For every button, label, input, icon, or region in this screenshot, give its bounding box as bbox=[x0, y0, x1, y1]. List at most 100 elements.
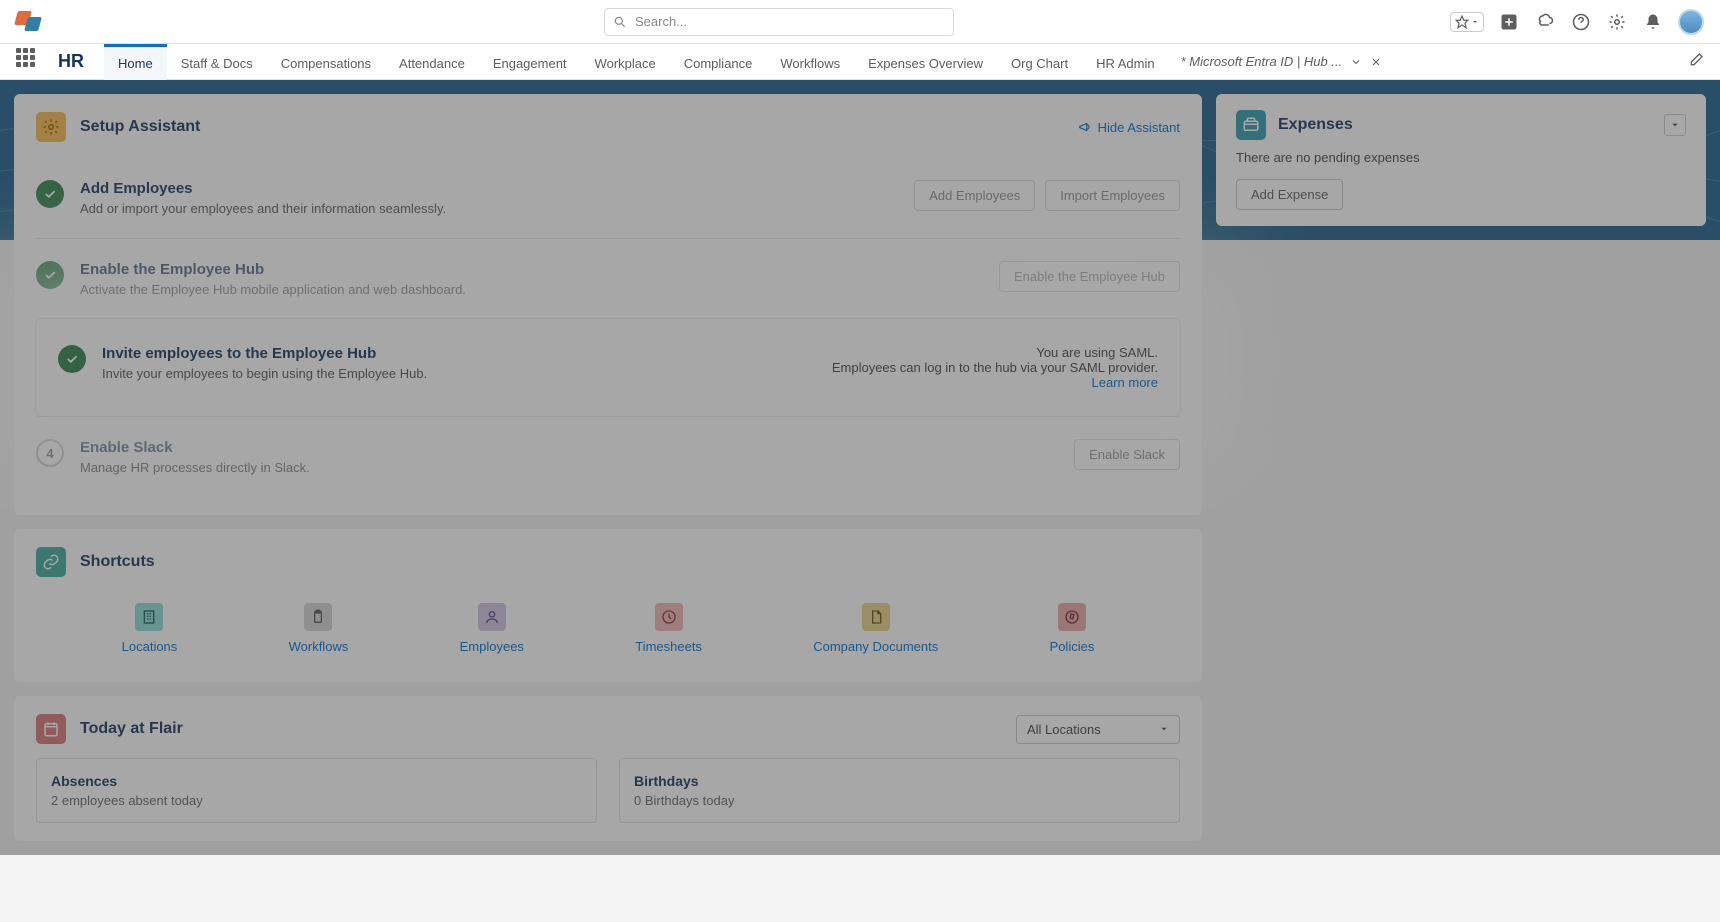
nav-tab-workplace[interactable]: Workplace bbox=[581, 44, 670, 80]
close-icon[interactable] bbox=[1370, 56, 1382, 68]
today-title: Today at Flair bbox=[80, 720, 183, 738]
expenses-card: Expenses There are no pending expenses A… bbox=[1216, 94, 1706, 226]
chevron-down-icon bbox=[1350, 56, 1362, 68]
card-heading: Birthdays bbox=[634, 773, 1165, 789]
plus-icon bbox=[1500, 13, 1518, 31]
shortcut-label: Policies bbox=[1050, 639, 1095, 654]
step-desc: Invite your employees to begin using the… bbox=[102, 366, 782, 381]
dropdown-value: All Locations bbox=[1027, 722, 1101, 737]
person-icon bbox=[478, 603, 506, 631]
top-bar: Search... bbox=[0, 0, 1720, 44]
calendar-icon bbox=[36, 714, 66, 744]
step-title: Enable Slack bbox=[80, 439, 1058, 456]
salesforce-button[interactable] bbox=[1534, 11, 1556, 33]
setup-icon bbox=[36, 112, 66, 142]
gear-icon bbox=[1608, 13, 1626, 31]
shortcut-locations[interactable]: Locations bbox=[122, 603, 178, 654]
setup-step-enable-hub: Enable the Employee Hub Activate the Emp… bbox=[36, 238, 1180, 319]
enable-hub-button[interactable]: Enable the Employee Hub bbox=[999, 261, 1180, 292]
clock-icon bbox=[655, 603, 683, 631]
settings-button[interactable] bbox=[1606, 11, 1628, 33]
question-icon bbox=[1572, 13, 1590, 31]
nav-tab-home[interactable]: Home bbox=[104, 44, 167, 80]
add-employees-button[interactable]: Add Employees bbox=[914, 180, 1035, 211]
shortcut-workflows[interactable]: Workflows bbox=[289, 603, 349, 654]
building-icon bbox=[135, 603, 163, 631]
app-name: HR bbox=[58, 51, 84, 72]
nav-tab-orgchart[interactable]: Org Chart bbox=[997, 44, 1082, 80]
app-launcher[interactable] bbox=[16, 48, 44, 76]
card-heading: Absences bbox=[51, 773, 582, 789]
search-icon bbox=[613, 15, 627, 29]
shortcut-timesheets[interactable]: Timesheets bbox=[635, 603, 702, 654]
brand-logo bbox=[16, 11, 52, 33]
step-desc: Add or import your employees and their i… bbox=[80, 201, 898, 216]
edit-nav-button[interactable] bbox=[1688, 52, 1704, 71]
link-icon bbox=[42, 553, 60, 571]
learn-more-link[interactable]: Learn more bbox=[1092, 375, 1158, 390]
gear-icon bbox=[42, 118, 60, 136]
absences-card[interactable]: Absences 2 employees absent today bbox=[36, 758, 597, 823]
nav-tab-attendance[interactable]: Attendance bbox=[385, 44, 479, 80]
add-expense-button[interactable]: Add Expense bbox=[1236, 179, 1343, 210]
expenses-title: Expenses bbox=[1278, 116, 1353, 134]
expenses-menu[interactable] bbox=[1664, 114, 1686, 136]
expenses-text: There are no pending expenses bbox=[1236, 150, 1686, 165]
shortcuts-icon bbox=[36, 547, 66, 577]
cloud-icon bbox=[1536, 13, 1554, 31]
setup-title: Setup Assistant bbox=[80, 118, 200, 136]
document-icon bbox=[862, 603, 890, 631]
nav-tab-staff[interactable]: Staff & Docs bbox=[167, 44, 267, 80]
setup-assistant-card: Setup Assistant Hide Assistant Add Emplo… bbox=[14, 94, 1202, 515]
nav-tab-expenses[interactable]: Expenses Overview bbox=[854, 44, 997, 80]
shortcuts-card: Shortcuts Locations Workflows Employees bbox=[14, 529, 1202, 682]
step-title: Enable the Employee Hub bbox=[80, 261, 983, 278]
saml-line1: You are using SAML. bbox=[798, 345, 1158, 360]
setup-step-add-employees: Add Employees Add or import your employe… bbox=[36, 158, 1180, 238]
shortcut-policies[interactable]: Policies bbox=[1050, 603, 1095, 654]
shortcut-label: Timesheets bbox=[635, 639, 702, 654]
shortcut-label: Company Documents bbox=[813, 639, 938, 654]
shortcut-employees[interactable]: Employees bbox=[460, 603, 524, 654]
user-avatar[interactable] bbox=[1678, 9, 1704, 35]
chevron-down-icon bbox=[1471, 18, 1479, 26]
hide-assistant-label: Hide Assistant bbox=[1098, 120, 1180, 135]
check-icon bbox=[36, 261, 64, 289]
import-employees-button[interactable]: Import Employees bbox=[1045, 180, 1180, 211]
check-icon bbox=[36, 180, 64, 208]
star-icon bbox=[1455, 15, 1469, 29]
wallet-icon bbox=[1236, 110, 1266, 140]
pencil-icon bbox=[1688, 52, 1704, 68]
global-search[interactable]: Search... bbox=[604, 8, 954, 36]
step-desc: Manage HR processes directly in Slack. bbox=[80, 460, 1058, 475]
shortcut-label: Employees bbox=[460, 639, 524, 654]
enable-slack-button[interactable]: Enable Slack bbox=[1074, 439, 1180, 470]
step-title: Add Employees bbox=[80, 180, 898, 197]
nav-extra-label: * Microsoft Entra ID | Hub ... bbox=[1181, 54, 1343, 69]
chevron-down-icon bbox=[1670, 120, 1680, 130]
hide-assistant-link[interactable]: Hide Assistant bbox=[1078, 120, 1180, 135]
shortcut-label: Workflows bbox=[289, 639, 349, 654]
location-dropdown[interactable]: All Locations bbox=[1016, 715, 1180, 744]
nav-extra-tab[interactable]: * Microsoft Entra ID | Hub ... bbox=[1181, 54, 1383, 69]
bell-icon bbox=[1644, 13, 1662, 31]
setup-step-enable-slack: 4 Enable Slack Manage HR processes direc… bbox=[36, 416, 1180, 497]
nav-tab-hradmin[interactable]: HR Admin bbox=[1082, 44, 1169, 80]
favorite-button[interactable] bbox=[1450, 12, 1484, 32]
nav-tab-workflows[interactable]: Workflows bbox=[766, 44, 854, 80]
search-placeholder: Search... bbox=[635, 14, 687, 29]
card-text: 0 Birthdays today bbox=[634, 793, 1165, 808]
today-card: Today at Flair All Locations Absences 2 … bbox=[14, 696, 1202, 841]
nav-tab-engagement[interactable]: Engagement bbox=[479, 44, 581, 80]
step-right-info: You are using SAML. Employees can log in… bbox=[798, 345, 1158, 390]
saml-line2: Employees can log in to the hub via your… bbox=[832, 360, 1158, 375]
megaphone-icon bbox=[1078, 120, 1092, 134]
add-button[interactable] bbox=[1498, 11, 1520, 33]
notifications-button[interactable] bbox=[1642, 11, 1664, 33]
nav-tab-compensations[interactable]: Compensations bbox=[267, 44, 385, 80]
help-button[interactable] bbox=[1570, 11, 1592, 33]
nav-tab-compliance[interactable]: Compliance bbox=[670, 44, 767, 80]
birthdays-card[interactable]: Birthdays 0 Birthdays today bbox=[619, 758, 1180, 823]
card-text: 2 employees absent today bbox=[51, 793, 582, 808]
shortcut-documents[interactable]: Company Documents bbox=[813, 603, 938, 654]
